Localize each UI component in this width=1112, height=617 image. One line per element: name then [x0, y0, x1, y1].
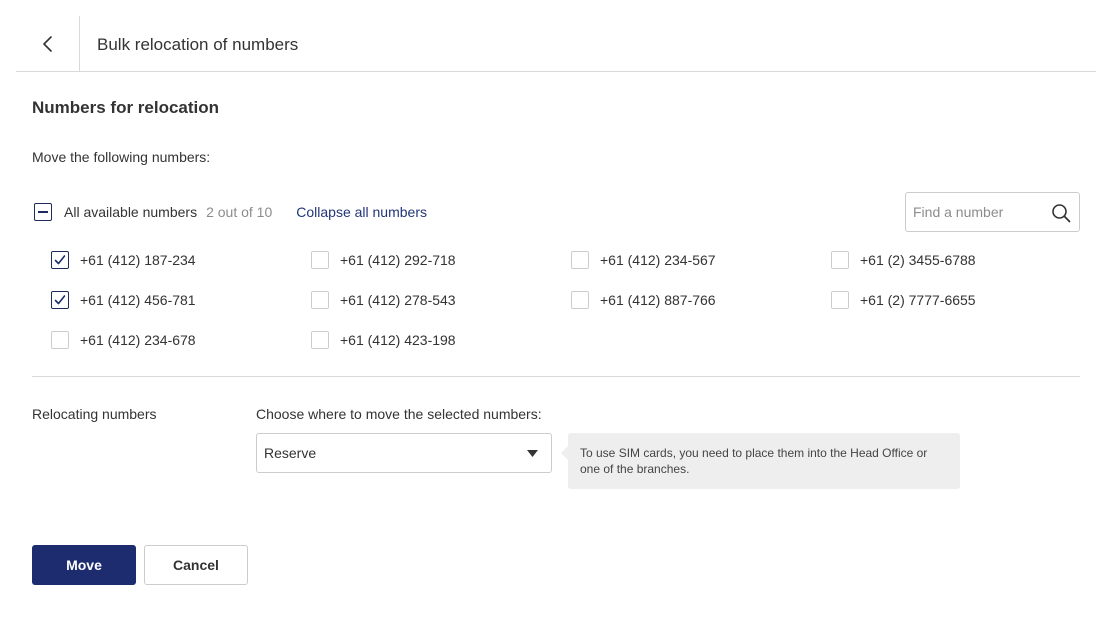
number-item[interactable]: +61 (412) 456-781	[51, 291, 196, 309]
number-checkbox[interactable]	[311, 251, 329, 269]
number-label: +61 (412) 234-567	[600, 252, 716, 268]
number-item[interactable]: +61 (412) 887-766	[571, 291, 716, 309]
section-title: Numbers for relocation	[32, 98, 220, 117]
number-checkbox[interactable]	[571, 251, 589, 269]
number-label: +61 (412) 292-718	[340, 252, 456, 268]
page-title: Bulk relocation of numbers	[97, 35, 299, 54]
destination-label: Choose where to move the selected number…	[256, 406, 542, 422]
number-checkbox[interactable]	[51, 251, 69, 269]
chevron-left-icon	[42, 35, 52, 52]
number-item[interactable]: +61 (412) 423-198	[311, 331, 456, 349]
number-label: +61 (412) 423-198	[340, 332, 456, 348]
number-checkbox[interactable]	[311, 331, 329, 349]
number-item[interactable]: +61 (412) 234-678	[51, 331, 196, 349]
back-button[interactable]	[16, 16, 80, 71]
relocation-page: Bulk relocation of numbers Numbers for r…	[0, 0, 1112, 617]
number-label: +61 (412) 456-781	[80, 292, 196, 308]
select-all-label: All available numbers	[64, 204, 198, 220]
relocating-label: Relocating numbers	[32, 406, 157, 422]
number-item[interactable]: +61 (412) 292-718	[311, 251, 456, 269]
selection-count: 2 out of 10	[206, 204, 273, 220]
number-item[interactable]: +61 (412) 278-543	[311, 291, 456, 309]
info-tooltip: To use SIM cards, you need to place them…	[561, 433, 960, 489]
number-checkbox[interactable]	[571, 291, 589, 309]
number-label: +61 (2) 3455-6788	[860, 252, 976, 268]
number-item[interactable]: +61 (2) 7777-6655	[831, 291, 976, 309]
indeterminate-mark	[38, 211, 48, 213]
select-all-checkbox[interactable]	[34, 203, 52, 221]
section-divider	[32, 376, 1080, 377]
number-label: +61 (2) 7777-6655	[860, 292, 976, 308]
select-all-row: All available numbers 2 out of 10 Collap…	[34, 203, 427, 221]
page-header: Bulk relocation of numbers	[16, 16, 1096, 72]
number-item[interactable]: +61 (2) 3455-6788	[831, 251, 976, 269]
checkmark-icon	[54, 255, 66, 265]
cancel-button[interactable]: Cancel	[144, 545, 248, 585]
caret-down-icon	[527, 450, 538, 457]
number-label: +61 (412) 278-543	[340, 292, 456, 308]
number-checkbox[interactable]	[51, 291, 69, 309]
checkmark-icon	[54, 295, 66, 305]
collapse-all-link[interactable]: Collapse all numbers	[296, 204, 427, 220]
number-item[interactable]: +61 (412) 187-234	[51, 251, 196, 269]
search-box	[905, 192, 1080, 232]
number-label: +61 (412) 887-766	[600, 292, 716, 308]
move-button[interactable]: Move	[32, 545, 136, 585]
destination-value: Reserve	[264, 445, 317, 461]
number-label: +61 (412) 234-678	[80, 332, 196, 348]
destination-select[interactable]: Reserve	[256, 433, 552, 473]
number-label: +61 (412) 187-234	[80, 252, 196, 268]
number-checkbox[interactable]	[831, 251, 849, 269]
number-checkbox[interactable]	[831, 291, 849, 309]
number-item[interactable]: +61 (412) 234-567	[571, 251, 716, 269]
number-checkbox[interactable]	[51, 331, 69, 349]
search-input[interactable]	[913, 197, 1043, 227]
search-icon[interactable]	[1051, 203, 1071, 223]
number-checkbox[interactable]	[311, 291, 329, 309]
section-subtitle: Move the following numbers:	[32, 149, 211, 165]
